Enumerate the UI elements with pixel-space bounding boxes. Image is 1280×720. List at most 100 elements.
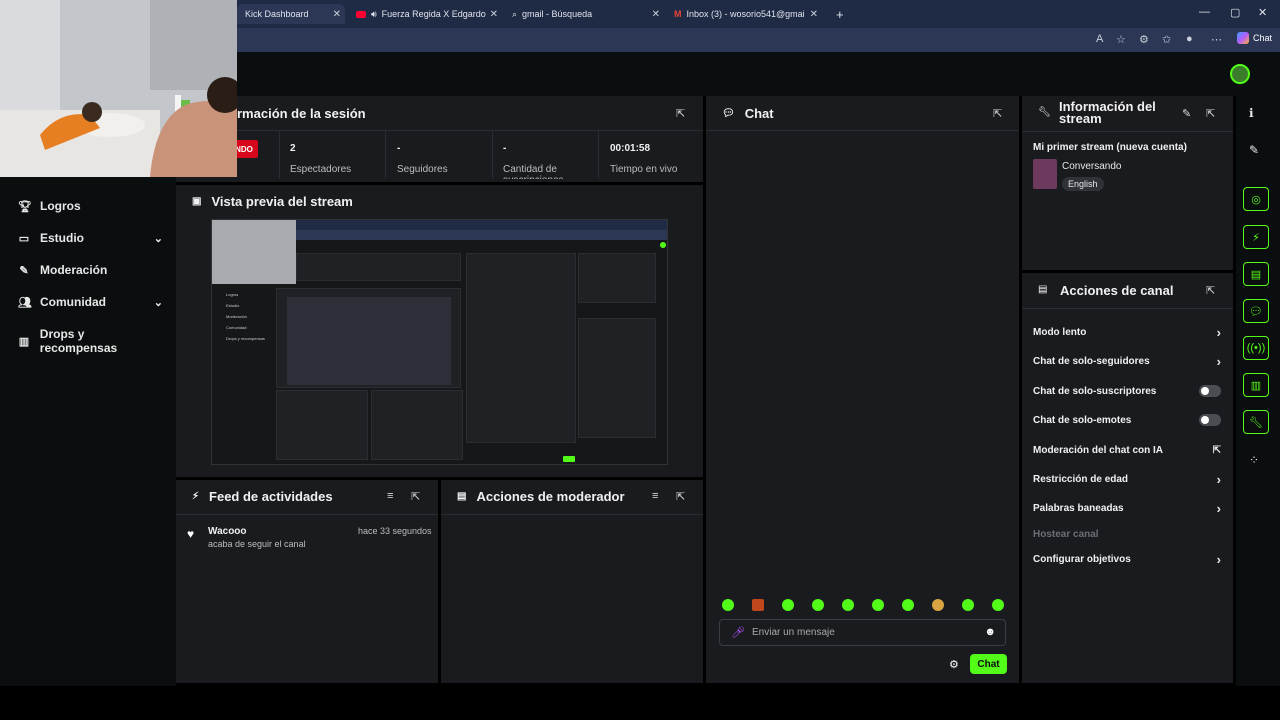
stream-info-title: Información del stream [1059,99,1156,126]
info-icon[interactable]: ℹ [1249,106,1254,120]
action-label: Configurar objetivos [1033,554,1131,565]
chat-settings-gear-icon[interactable]: ⚙ [949,658,959,671]
tab-label: gmail - Búsqueda [522,9,593,19]
action-label: Restricción de edad [1033,474,1129,485]
popout-icon[interactable]: ⇱ [411,490,420,503]
tab-inbox[interactable]: M Inbox (3) - wosorio541@gmail.com ✕ [666,4,822,24]
filter-icon[interactable]: ≡ [387,490,393,502]
studio-icon: ▭ [18,232,30,245]
layout-icon: ▥ [1250,379,1262,392]
popout-icon[interactable]: ⇱ [676,490,685,503]
action-label: Palabras baneadas [1033,503,1124,514]
sidebar-item-logros[interactable]: 🏆︎ Logros [18,199,163,213]
sidebar-item-moderacion[interactable]: ✎ Moderación [18,263,163,277]
emote-icon[interactable] [902,599,914,611]
emoji-icon[interactable]: ☻ [984,626,996,638]
close-icon[interactable]: ✕ [652,9,660,20]
close-window-icon[interactable]: ✕ [1258,6,1267,19]
chat-message-input[interactable]: 🎤︎ Enviar un mensaje ☻ [719,619,1006,646]
action-followers-only[interactable]: Chat de solo-seguidores › [1033,354,1221,369]
popout-icon[interactable]: ⇱ [993,107,1002,120]
speaker-icon: 🔊︎ [371,8,377,19]
feed-item-name[interactable]: Wacooo [208,526,247,537]
send-chat-button[interactable]: Chat [970,654,1007,674]
close-icon[interactable]: ✕ [810,9,818,20]
viewers-value: 2 [290,143,296,154]
stream-preview-video[interactable]: Logros Estudio Moderación Comunidad Drop… [211,219,668,465]
action-label: Chat de solo-seguidores [1033,356,1150,367]
moderator-actions-label: Acciones de moderador [476,489,625,504]
action-label: Chat de solo-suscriptores [1033,386,1157,397]
tab-gmail-search[interactable]: ⌕ gmail - Búsqueda ✕ [504,4,664,24]
document-icon: ▤ [1250,268,1262,281]
rail-wrench-button[interactable]: 🔧︎ [1243,410,1269,434]
emote-icon[interactable] [812,599,824,611]
sidebar-item-drops[interactable]: ▥ Drops y recompensas [18,327,163,355]
action-subscribers-only: Chat de solo-suscriptores [1033,385,1221,397]
broadcast-icon: ((•)) [1246,342,1266,354]
activity-feed-panel [176,480,438,683]
rail-bolt-button[interactable]: ⚡︎ [1243,225,1269,249]
emote-icon[interactable] [872,599,884,611]
popout-icon[interactable]: ⇱ [1206,107,1215,120]
tab-label: Inbox (3) - wosorio541@gmail.com [686,9,805,19]
tab-kick-dashboard[interactable]: Kick Dashboard ✕ [237,4,345,24]
emote-icon[interactable] [752,599,764,611]
edit-pencil-icon[interactable]: ✎ [1182,107,1191,120]
copilot-button[interactable]: Chat [1236,32,1272,44]
sidebar-item-estudio[interactable]: ▭ Estudio ⌄ [18,231,163,245]
sidebar-item-comunidad[interactable]: 👥︎ Comunidad ⌄ [18,295,163,309]
youtube-icon [356,10,366,18]
action-ai-moderation[interactable]: Moderación del chat con IA ⇱ [1033,445,1221,456]
maximize-icon[interactable]: ▢ [1230,6,1240,19]
sidebar-item-label: Drops y recompensas [39,327,118,355]
close-icon[interactable]: ✕ [333,9,341,20]
add-widget-icon[interactable]: ⁘ [1249,453,1259,467]
webcam-overlay [0,0,237,177]
session-info-title: rmación de la sesión [237,106,366,121]
action-host-channel: Hostear canal [1033,529,1221,540]
emote-icon[interactable] [932,599,944,611]
rail-camera-button[interactable]: ◎ [1243,187,1269,211]
emote-icon[interactable] [992,599,1004,611]
stream-category[interactable]: Conversando [1062,161,1121,172]
subscribers-only-toggle[interactable] [1199,385,1221,397]
category-thumbnail[interactable] [1033,159,1057,189]
emote-icon[interactable] [842,599,854,611]
favorite-star-icon[interactable]: ☆ [1116,33,1126,46]
webcam-video [0,0,237,177]
emote-icon[interactable] [722,599,734,611]
bolt-icon: ⚡︎ [192,491,200,502]
microphone-icon[interactable]: 🎤︎ [731,626,745,639]
more-icon[interactable]: ⋯ [1211,33,1222,46]
bolt-icon: ⚡︎ [1252,231,1260,244]
rail-chat-button[interactable]: 💬︎ [1243,299,1269,323]
rail-document-button[interactable]: ▤ [1243,262,1269,286]
emotes-only-toggle[interactable] [1199,414,1221,426]
action-label: Chat de solo-emotes [1033,415,1132,426]
edit-pencil-icon[interactable]: ✎ [1249,143,1259,157]
chevron-right-icon: › [1216,472,1221,487]
sidebar-item-label: Moderación [40,263,108,277]
minimize-icon[interactable]: — [1199,6,1210,18]
tab-music[interactable]: 🔊︎ Fuerza Regida X Edgardo Nuñ ✕ [348,4,502,24]
action-slow-mode[interactable]: Modo lento › [1033,325,1221,340]
action-age-restriction[interactable]: Restricción de edad › [1033,472,1221,487]
rail-layout-button[interactable]: ▥ [1243,373,1269,397]
read-aloud-icon[interactable]: A [1096,33,1103,45]
new-tab-button[interactable]: + [828,4,848,24]
chevron-right-icon: › [1216,552,1221,567]
emote-icon[interactable] [962,599,974,611]
action-configure-goals[interactable]: Configurar objetivos › [1033,552,1221,567]
action-banned-words[interactable]: Palabras baneadas › [1033,501,1221,516]
avatar[interactable] [1230,64,1250,84]
popout-icon[interactable]: ⇱ [676,107,685,120]
filter-icon[interactable]: ≡ [652,490,658,502]
rail-broadcast-button[interactable]: ((•)) [1243,336,1269,360]
close-icon[interactable]: ✕ [490,9,498,20]
emote-icon[interactable] [782,599,794,611]
popout-icon[interactable]: ⇱ [1206,284,1215,297]
profile-icon[interactable]: ● [1186,33,1193,45]
favorites-icon[interactable]: ✩ [1162,33,1171,46]
extensions-icon[interactable]: ⚙ [1139,33,1149,46]
